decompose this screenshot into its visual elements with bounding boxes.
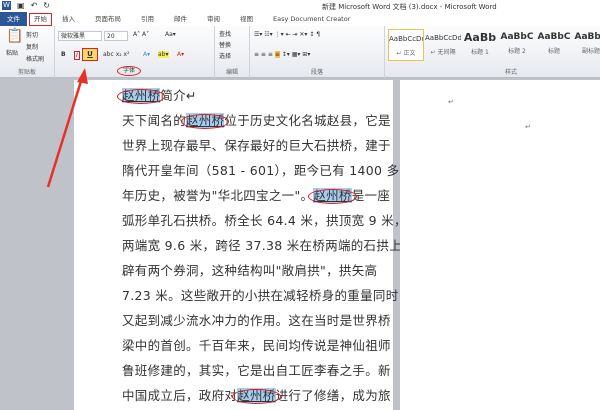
annotation-arrow xyxy=(46,68,88,188)
